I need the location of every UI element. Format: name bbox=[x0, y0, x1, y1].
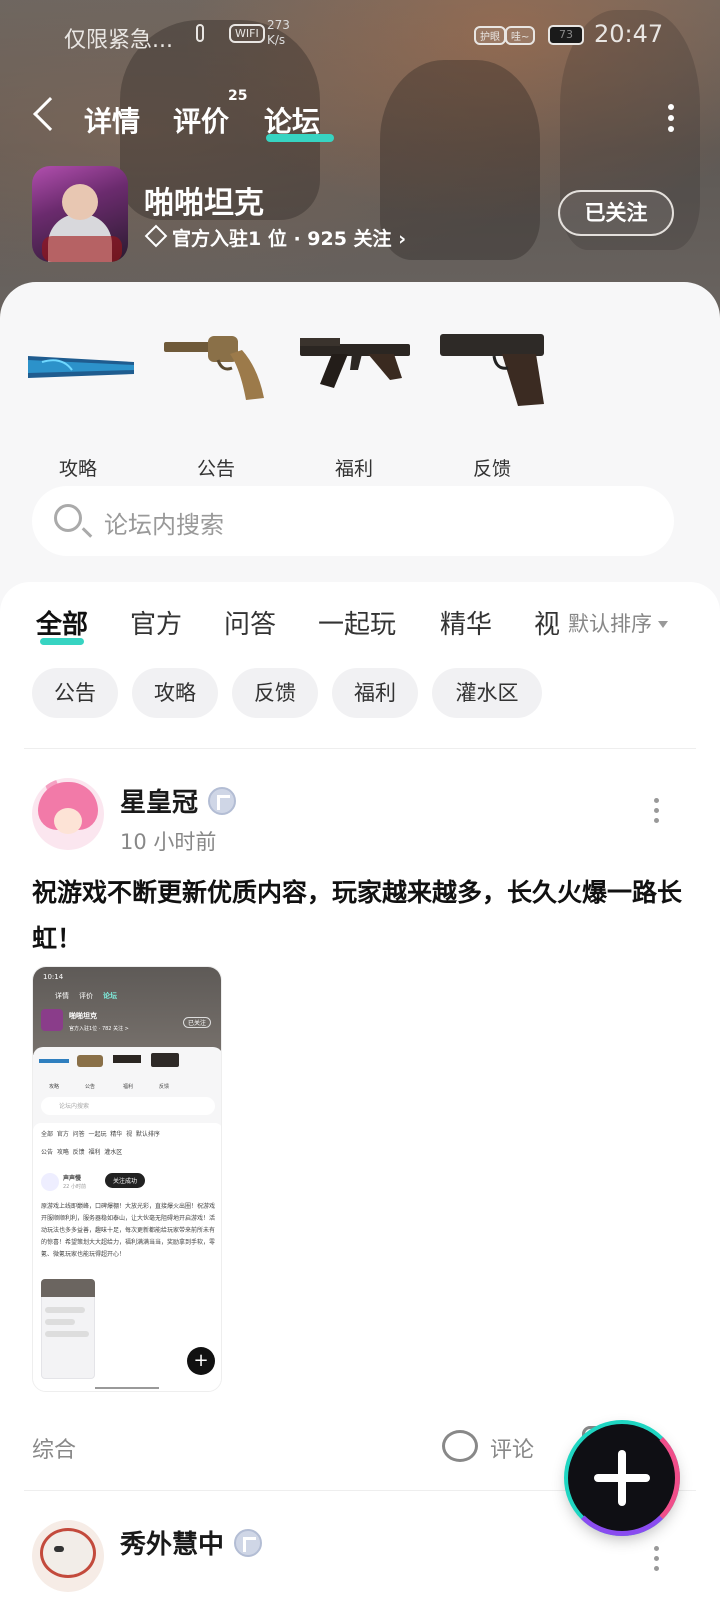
wifi-icon: WIFI bbox=[229, 24, 265, 43]
chip-feedback[interactable]: 反馈 bbox=[232, 668, 318, 718]
category-label: 攻略 bbox=[58, 458, 97, 480]
post-category[interactable]: 综合 bbox=[32, 1432, 76, 1464]
feed-tab-all[interactable]: 全部 bbox=[36, 604, 88, 641]
sound-icon: 哇~ bbox=[505, 26, 536, 45]
feed-tabs: 全部 官方 问答 一起玩 精华 视 默认排序 bbox=[0, 604, 720, 654]
reviews-count: 25 bbox=[228, 88, 248, 104]
game-header-background: 仅限紧急... WIFI 273 K/s 护眼 哇~ 73 20:47 详情 评价… bbox=[0, 0, 720, 330]
post-card[interactable]: 星皇冠 10 小时前 祝游戏不断更新优质内容，玩家越来越多，长久火爆一路长虹！ … bbox=[0, 778, 720, 1490]
carrier-text: 仅限紧急... bbox=[64, 28, 173, 53]
category-label: 福利 bbox=[334, 458, 373, 480]
feed-tab-featured[interactable]: 精华 bbox=[440, 604, 492, 641]
chip-strategy[interactable]: 攻略 bbox=[132, 668, 218, 718]
post-time: 10 小时前 bbox=[120, 830, 217, 854]
game-meta[interactable]: 官方入驻1 位 · 925 关注 › bbox=[144, 224, 406, 251]
category-feedback[interactable]: 反馈 bbox=[432, 312, 552, 480]
top-nav: 详情 评价 25 论坛 bbox=[0, 88, 720, 146]
game-name: 啪啪坦克 bbox=[144, 186, 264, 221]
thumbnail-plus-icon: + bbox=[187, 1347, 215, 1375]
search-placeholder: 论坛内搜索 bbox=[104, 511, 224, 539]
comment-button[interactable]: 评论 bbox=[490, 1432, 534, 1464]
search-icon bbox=[54, 504, 82, 532]
avatar[interactable] bbox=[32, 778, 104, 850]
caret-down-icon bbox=[658, 621, 668, 628]
forum-sheet: 攻略 公告 福利 反馈 论坛内搜索 全部 官方 问答 一起玩 精华 视 默认排序… bbox=[0, 282, 720, 1600]
back-icon[interactable] bbox=[33, 97, 67, 131]
category-welfare[interactable]: 福利 bbox=[294, 312, 414, 480]
category-row: 攻略 公告 福利 反馈 bbox=[0, 312, 720, 480]
more-icon[interactable] bbox=[654, 1546, 660, 1576]
user-level-badge-icon bbox=[208, 787, 237, 815]
rifle-icon bbox=[300, 338, 410, 388]
feed-tab-qa[interactable]: 问答 bbox=[224, 604, 276, 641]
feed-tab-video[interactable]: 视 bbox=[534, 604, 560, 641]
diamond-icon bbox=[144, 224, 168, 248]
more-icon[interactable] bbox=[654, 798, 660, 828]
feed-tab-official[interactable]: 官方 bbox=[130, 604, 182, 641]
lock-icon bbox=[196, 24, 204, 42]
category-label: 反馈 bbox=[472, 458, 511, 480]
chip-welfare[interactable]: 福利 bbox=[332, 668, 418, 718]
battery-icon: 73 bbox=[548, 25, 584, 45]
category-label: 公告 bbox=[196, 458, 235, 480]
game-icon[interactable] bbox=[32, 166, 128, 262]
eye-care-icon: 护眼 bbox=[474, 26, 506, 45]
author-name[interactable]: 秀外慧中 bbox=[120, 1524, 263, 1561]
post-text[interactable]: 祝游戏不断更新优质内容，玩家越来越多，长久火爆一路长虹！ bbox=[32, 870, 682, 962]
author-name[interactable]: 星皇冠 bbox=[120, 782, 237, 819]
avatar[interactable] bbox=[32, 1520, 104, 1592]
create-post-button[interactable] bbox=[564, 1420, 680, 1536]
revolver-icon bbox=[164, 336, 264, 400]
category-announcement[interactable]: 公告 bbox=[156, 312, 276, 480]
status-bar: 仅限紧急... WIFI 273 K/s 护眼 哇~ 73 20:47 bbox=[0, 18, 720, 54]
pistol-icon bbox=[440, 334, 544, 406]
chip-water-zone[interactable]: 灌水区 bbox=[432, 668, 542, 718]
chevron-right-icon: › bbox=[398, 228, 407, 250]
more-icon[interactable] bbox=[668, 104, 674, 132]
user-level-badge-icon bbox=[234, 1529, 263, 1557]
post-image[interactable]: 10:14 详情 评价 论坛 啪啪坦克 官方入驻1位 · 782 关注 > 已关… bbox=[32, 966, 222, 1392]
forum-search[interactable]: 论坛内搜索 bbox=[32, 486, 674, 556]
sort-dropdown[interactable]: 默认排序 bbox=[560, 608, 668, 638]
clock: 20:47 bbox=[594, 20, 664, 48]
tab-reviews[interactable]: 评价 bbox=[173, 100, 229, 140]
tab-forum[interactable]: 论坛 bbox=[264, 100, 320, 140]
feed-tab-play-together[interactable]: 一起玩 bbox=[318, 604, 396, 641]
divider bbox=[24, 748, 696, 749]
chip-announcement[interactable]: 公告 bbox=[32, 668, 118, 718]
comment-icon[interactable] bbox=[442, 1430, 478, 1462]
baseball-bat-icon bbox=[28, 356, 134, 378]
tab-details[interactable]: 详情 bbox=[84, 100, 140, 140]
network-speed: 273 K/s bbox=[267, 18, 290, 47]
category-strategy[interactable]: 攻略 bbox=[18, 312, 138, 480]
follow-button[interactable]: 已关注 bbox=[558, 190, 674, 236]
